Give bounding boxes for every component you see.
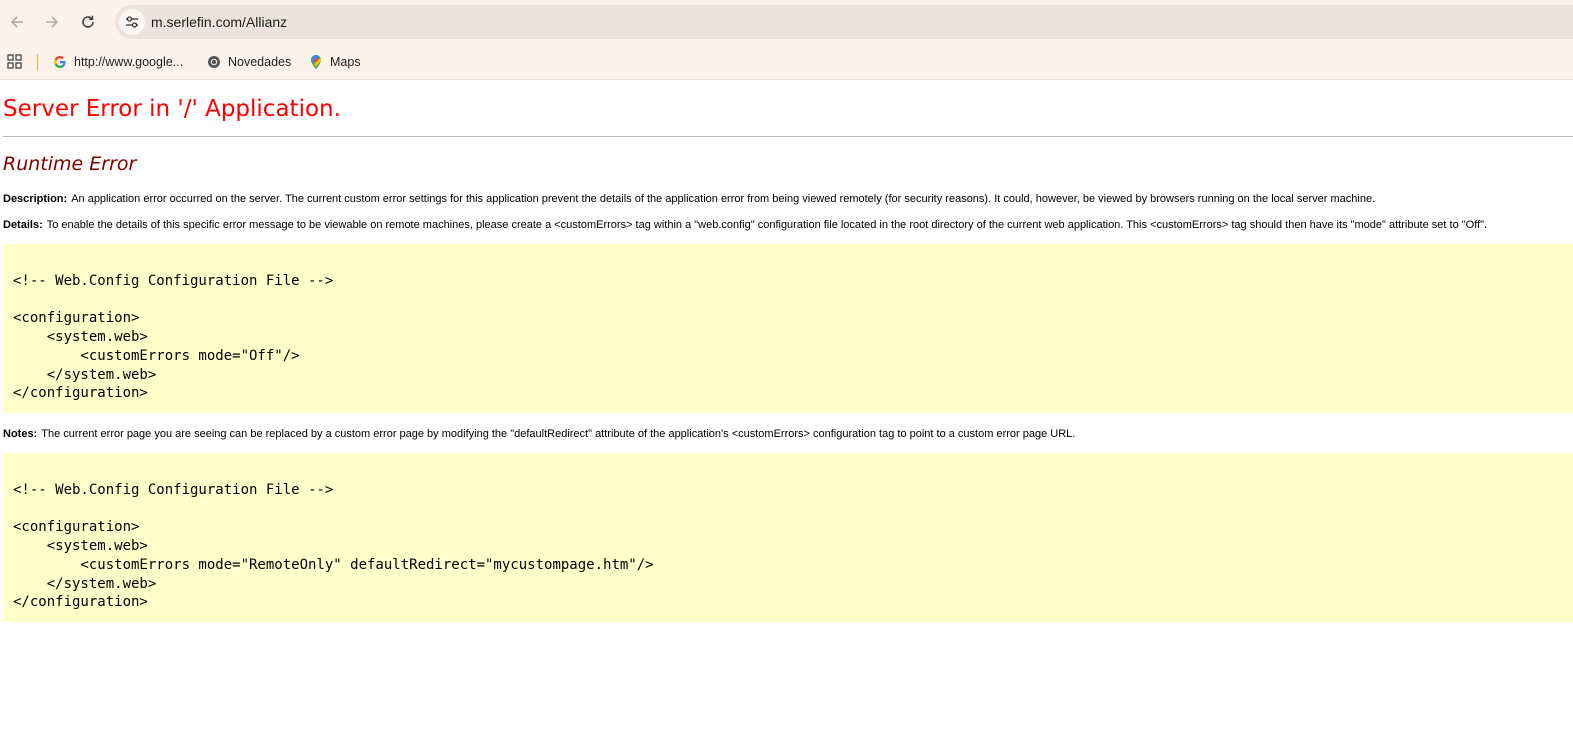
details-label: Details: (3, 219, 43, 231)
forward-arrow-icon (46, 16, 59, 28)
google-icon (54, 56, 66, 68)
back-arrow-icon (10, 16, 23, 28)
title-divider (3, 136, 1573, 137)
browser-toolbar: m.serlefin.com/Allianz (0, 0, 1573, 44)
bookmark-novedades[interactable]: Novedades (207, 53, 291, 71)
url-text[interactable]: m.serlefin.com/Allianz (151, 14, 287, 30)
bookmark-label: Maps (330, 55, 361, 69)
code-block-config-off: <!-- Web.Config Configuration File --> <… (3, 244, 1573, 413)
back-button[interactable] (3, 8, 31, 36)
chrome-icon (208, 56, 220, 68)
description-label: Description: (3, 193, 68, 205)
address-bar[interactable]: m.serlefin.com/Allianz (115, 5, 1573, 39)
error-type-heading: Runtime Error (3, 153, 137, 175)
apps-button[interactable] (7, 54, 22, 74)
bookmark-label: http://www.google... (74, 55, 184, 69)
details-text: To enable the details of this specific e… (46, 219, 1488, 231)
tune-icon (126, 16, 138, 28)
reload-button[interactable] (74, 8, 102, 36)
maps-pin-icon (311, 55, 321, 69)
details-paragraph: Details: To enable the details of this sp… (3, 219, 1487, 231)
bookmark-maps[interactable]: Maps (309, 53, 361, 71)
description-text: An application error occurred on the ser… (71, 193, 1376, 205)
notes-paragraph: Notes: The current error page you are see… (3, 428, 1075, 440)
page-title: Server Error in '/' Application. (3, 96, 341, 122)
code-block-config-remoteonly: <!-- Web.Config Configuration File --> <… (3, 453, 1573, 622)
bookmarks-separator (37, 54, 38, 70)
notes-label: Notes: (3, 428, 38, 440)
bookmark-google[interactable]: http://www.google... (53, 53, 183, 71)
bookmark-label: Novedades (228, 55, 292, 69)
site-info-button[interactable] (119, 9, 145, 35)
apps-grid-icon (7, 54, 22, 69)
forward-button[interactable] (38, 8, 66, 36)
notes-text: The current error page you are seeing ca… (41, 428, 1076, 440)
reload-icon (82, 15, 94, 28)
code-text: <!-- Web.Config Configuration File --> <… (13, 273, 334, 402)
description-paragraph: Description: An application error occurre… (3, 193, 1375, 205)
bookmarks-bar: http://www.google... Novedades Maps (0, 44, 1573, 80)
code-text: <!-- Web.Config Configuration File --> <… (13, 482, 654, 611)
